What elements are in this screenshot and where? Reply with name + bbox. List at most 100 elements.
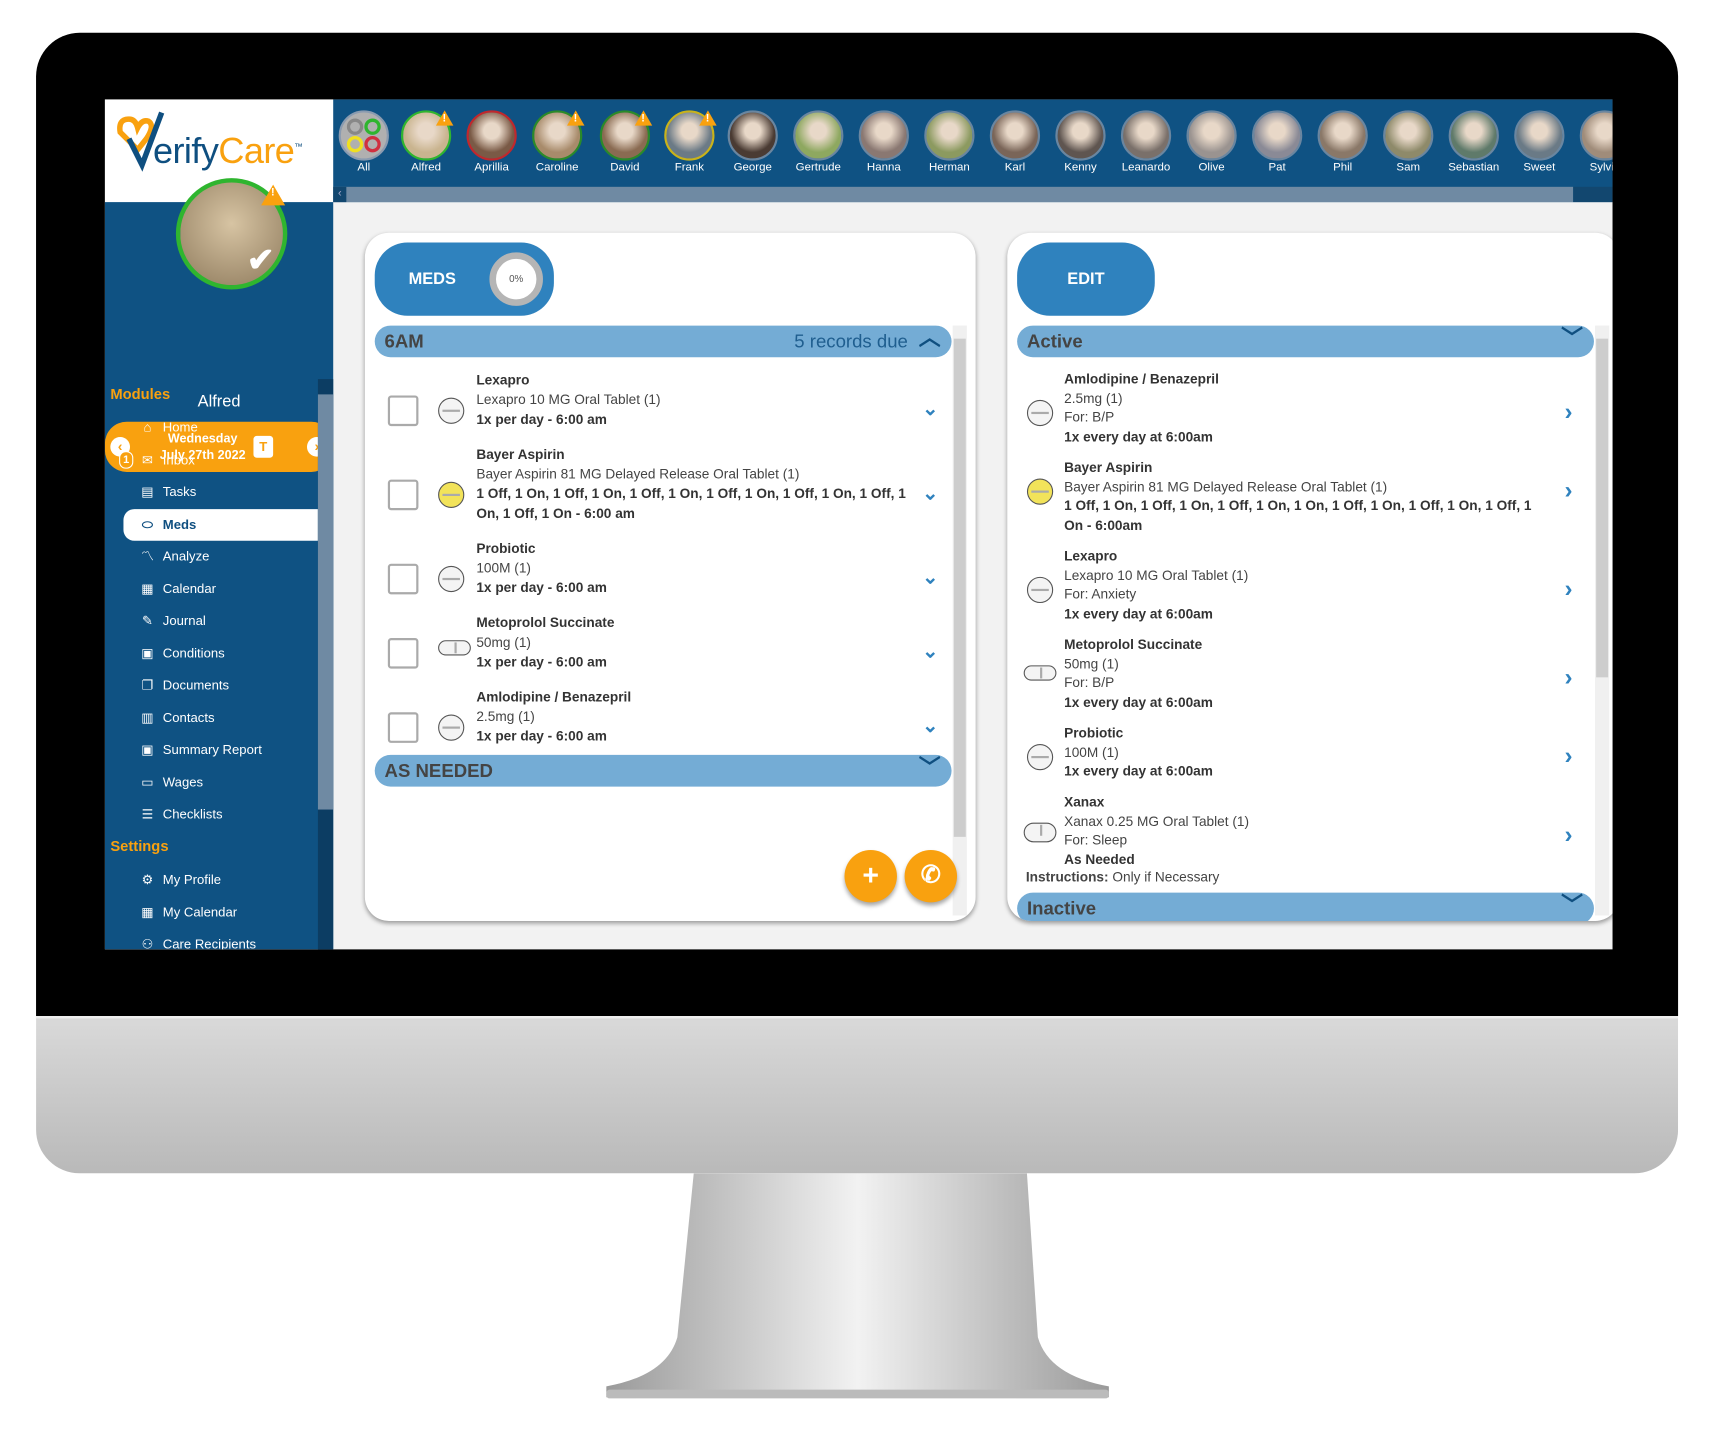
- instructions-label: Instructions:: [1025, 869, 1109, 885]
- sidebar-item-wages[interactable]: ▭ Wages: [123, 766, 317, 798]
- sidebar-item-label: Conditions: [162, 645, 225, 661]
- recipient-bar-scrollbar[interactable]: ‹: [333, 186, 1574, 203]
- sidebar-item-care-recipients[interactable]: ⚇ Care Recipients: [123, 929, 317, 949]
- recipient-avatar-phil[interactable]: [1317, 110, 1368, 161]
- chevron-right-icon[interactable]: ›: [1564, 820, 1572, 848]
- warning-icon: [634, 110, 653, 126]
- call-button[interactable]: ✆: [904, 849, 958, 903]
- chevron-right-icon[interactable]: ›: [1564, 742, 1572, 770]
- recipient-avatar-sweet[interactable]: [1514, 110, 1565, 161]
- dose-checkbox[interactable]: [387, 712, 419, 743]
- sidebar-item-home[interactable]: ⌂ Home: [123, 412, 317, 444]
- inbox-count-badge: 1: [119, 450, 134, 469]
- meds-tab[interactable]: MEDS 0%: [374, 242, 554, 316]
- dose-checkbox[interactable]: [387, 563, 419, 595]
- sidebar-item-tasks[interactable]: ▤ Tasks: [123, 476, 317, 508]
- recipient-avatar-sylvia[interactable]: [1579, 110, 1613, 161]
- chevron-right-icon[interactable]: ›: [1564, 575, 1572, 603]
- pill-icon: ⬭: [141, 516, 154, 532]
- scroll-left-icon[interactable]: ‹: [333, 186, 347, 203]
- sidebar-item-label: Home: [162, 419, 198, 435]
- expand-chevron-icon[interactable]: ⌄: [922, 714, 938, 737]
- chevron-right-icon[interactable]: ›: [1564, 398, 1572, 426]
- gear-icon: ⚙: [141, 871, 154, 888]
- recipient-avatar-aprillia[interactable]: [466, 110, 517, 161]
- med-schedule: 1x every day at 6:00am: [1064, 763, 1213, 779]
- med-schedule: 1x every day at 6:00am: [1064, 605, 1213, 622]
- edit-button[interactable]: EDIT: [1017, 242, 1155, 316]
- dose-checkbox[interactable]: [387, 479, 419, 511]
- recipient-avatar-sebastian[interactable]: [1448, 110, 1499, 161]
- recipient-avatar-karl[interactable]: [989, 110, 1041, 161]
- expand-chevron-icon[interactable]: ⌄: [922, 640, 938, 663]
- sidebar-item-meds[interactable]: ⬭ Meds: [123, 508, 318, 541]
- dose-checkbox[interactable]: [387, 638, 419, 669]
- sidebar-item-documents[interactable]: ❐ Documents: [123, 670, 317, 702]
- sidebar-item-checklists[interactable]: ☰ Checklists: [123, 799, 317, 831]
- expand-chevron-icon[interactable]: ⌄: [922, 398, 938, 421]
- sidebar-item-calendar[interactable]: ▦ Calendar: [123, 573, 317, 605]
- recipient-name: Herman: [928, 160, 970, 174]
- med-name: Amlodipine / Benazepril: [476, 689, 632, 705]
- logo-text-care: Care: [218, 130, 295, 171]
- recipient-avatar-all[interactable]: [338, 110, 389, 161]
- recipient-name: David: [610, 160, 640, 174]
- sidebar-item-label: My Calendar: [162, 904, 238, 920]
- med-schedule: 1x per day - 6:00 am: [476, 580, 607, 596]
- contact-card-icon: ▥: [141, 709, 154, 725]
- calendar-icon: ▦: [141, 580, 154, 596]
- sidebar-item-label: Analyze: [162, 548, 210, 564]
- recipient-avatar-kenny[interactable]: [1055, 110, 1106, 161]
- recipient-name: Sylvia: [1589, 160, 1613, 174]
- settings-heading: Settings: [110, 837, 169, 855]
- chevron-down-icon[interactable]: ﹀: [919, 753, 941, 785]
- section-active[interactable]: Active ﹀: [1017, 323, 1594, 358]
- sidebar-item-summary-report[interactable]: ▣ Summary Report: [123, 734, 317, 766]
- sidebar-item-inbox[interactable]: ✉ Inbox: [123, 444, 317, 476]
- expand-chevron-icon[interactable]: ⌄: [922, 566, 938, 589]
- recipient-name: All: [357, 160, 371, 174]
- section-6am[interactable]: 6AM 5 records due ︿: [374, 323, 952, 358]
- section-inactive[interactable]: Inactive ﹀: [1017, 890, 1594, 921]
- recipient-avatar-george[interactable]: [727, 110, 778, 161]
- sidebar-item-label: Meds: [162, 516, 197, 532]
- chevron-right-icon[interactable]: ›: [1564, 477, 1572, 505]
- recipient-avatar-hanna[interactable]: [858, 110, 909, 161]
- card-scrollbar[interactable]: [1595, 325, 1610, 916]
- med-detail: 2.5mg (1): [1064, 390, 1123, 406]
- med-info: Amlodipine / Benazepril 2.5mg (1) 1x per d…: [476, 687, 913, 746]
- chevron-down-icon[interactable]: ﹀: [1561, 890, 1583, 921]
- sidebar-item-analyze[interactable]: 〽 Analyze: [123, 541, 317, 573]
- expand-chevron-icon[interactable]: ⌄: [922, 482, 938, 505]
- med-desc: Lexapro 10 MG Oral Tablet (1): [476, 392, 661, 408]
- med-desc: Bayer Aspirin 81 MG Delayed Release Oral…: [476, 466, 800, 482]
- sidebar-scrollbar[interactable]: [317, 379, 334, 950]
- sidebar-item-my-profile[interactable]: ⚙ My Profile: [123, 864, 317, 896]
- recipient-avatar-olive[interactable]: [1186, 110, 1237, 161]
- dose-checkbox[interactable]: [387, 395, 419, 427]
- recipient-avatar-sam[interactable]: [1383, 110, 1434, 161]
- recipient-avatar-leanardo[interactable]: [1120, 110, 1172, 161]
- chevron-down-icon[interactable]: ﹀: [1561, 323, 1583, 355]
- sidebar-item-journal[interactable]: ✎ Journal: [123, 605, 317, 637]
- med-detail: 100M (1): [1064, 744, 1119, 760]
- sidebar-item-contacts[interactable]: ▥ Contacts: [123, 702, 317, 734]
- section-title: 6AM: [384, 331, 424, 352]
- recipient-avatar-gertrude[interactable]: [793, 110, 844, 161]
- monitor-stand: [606, 1173, 1109, 1399]
- chevron-right-icon[interactable]: ›: [1564, 663, 1572, 691]
- sidebar-item-my-calendar[interactable]: ▦ My Calendar: [123, 896, 317, 928]
- med-info: Bayer Aspirin Bayer Aspirin 81 MG Delayed…: [1064, 459, 1545, 535]
- med-detail: For: B/P: [1064, 409, 1115, 425]
- med-schedule: 1 Off, 1 On, 1 Off, 1 On, 1 Off, 1 On, 1…: [476, 486, 906, 522]
- add-button[interactable]: +: [844, 849, 897, 903]
- section-as-needed[interactable]: AS NEEDED ﹀: [374, 753, 952, 787]
- sidebar-item-conditions[interactable]: ▣ Conditions: [123, 637, 317, 669]
- recipient-name: Frank: [674, 160, 705, 174]
- med-desc: 100M (1): [476, 560, 531, 576]
- card-scrollbar[interactable]: [952, 325, 967, 916]
- section-title: AS NEEDED: [384, 760, 493, 782]
- recipient-avatar-pat[interactable]: [1252, 110, 1303, 161]
- recipient-avatar-herman[interactable]: [924, 110, 975, 161]
- chevron-up-icon[interactable]: ︿: [919, 323, 941, 355]
